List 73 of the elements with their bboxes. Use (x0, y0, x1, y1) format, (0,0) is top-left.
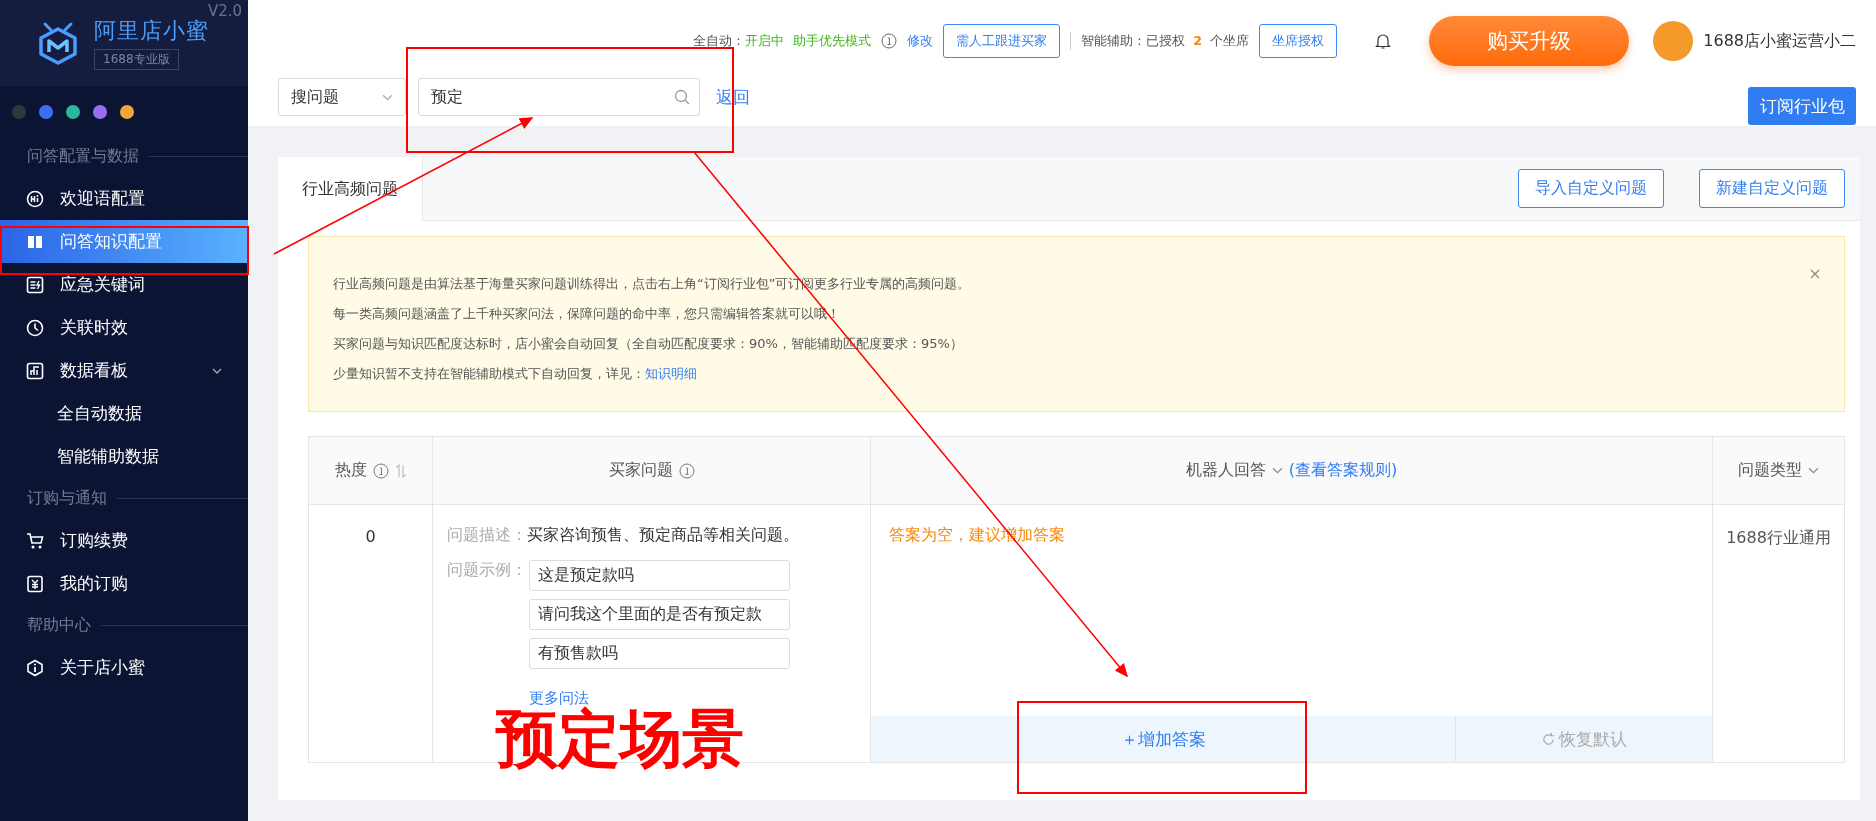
question-description: 买家咨询预售、预定商品等相关问题。 (527, 525, 799, 544)
edition-badge: 1688专业版 (94, 49, 179, 70)
theme-color-dot[interactable] (66, 105, 80, 119)
search-field[interactable]: 预定 (418, 78, 700, 116)
order-icon (26, 574, 44, 593)
annotation-text: 预定场景 (496, 708, 744, 770)
notice-line: 少量知识暂不支持在智能辅助模式下自动回复，详见：知识明细 (333, 365, 698, 383)
logo-icon (36, 20, 80, 66)
nav-item[interactable]: 订购续费 (0, 519, 248, 562)
description-label: 问题描述： (447, 525, 527, 544)
example-question: 请问我这个里面的是否有预定款 (529, 599, 790, 630)
refresh-icon (1541, 731, 1556, 747)
close-icon[interactable] (1810, 269, 1820, 279)
nav-item[interactable]: 数据看板 (0, 349, 248, 392)
chart-icon (26, 361, 44, 380)
info-icon[interactable] (880, 33, 897, 49)
section-title: 问答配置与数据 (27, 146, 139, 167)
nav-subitem[interactable]: 智能辅助数据 (0, 435, 248, 478)
brand-name: 阿里店小蜜 (94, 17, 209, 45)
seat-auth-button[interactable]: 坐席授权 (1259, 24, 1338, 58)
keyword-icon (26, 275, 44, 294)
info-icon[interactable] (678, 462, 695, 479)
edit-link[interactable]: 修改 (906, 32, 933, 50)
examples-label: 问题示例： (447, 560, 527, 581)
nav-subitem[interactable]: 全自动数据 (0, 392, 248, 435)
hi-bubble-icon (26, 189, 44, 208)
column-header: 热度 (334, 460, 367, 481)
section-title: 订购与通知 (27, 488, 107, 509)
nav-item[interactable]: 关联时效 (0, 306, 248, 349)
manual-follow-button[interactable]: 需人工跟进买家 (942, 24, 1060, 58)
section-title: 帮助中心 (27, 615, 91, 636)
nav-item[interactable]: 应急关键词 (0, 263, 248, 306)
avatar[interactable] (1653, 21, 1694, 61)
column-header: 问题类型 (1738, 460, 1802, 481)
back-link[interactable]: 返回 (716, 85, 750, 109)
nav-item[interactable]: 关于店小蜜 (0, 646, 248, 689)
caret-icon (382, 93, 393, 101)
upgrade-button[interactable]: 购买升级 (1429, 16, 1630, 66)
column-header: 买家问题 (608, 460, 673, 481)
search-icon[interactable] (674, 89, 690, 105)
clock-icon (26, 318, 44, 337)
action-button[interactable]: 导入自定义问题 (1518, 169, 1664, 208)
example-question: 有预售款吗 (529, 638, 790, 669)
add-answer-button[interactable]: ＋增加答案 (871, 716, 1456, 762)
theme-color-dot[interactable] (12, 105, 26, 119)
bell-icon[interactable] (1375, 32, 1392, 50)
theme-color-dot[interactable] (120, 105, 134, 119)
tab[interactable]: 行业高频问题 (278, 157, 423, 221)
version-label: V2.0 (207, 2, 242, 20)
notice-line: 每一类高频问题涵盖了上千种买家问法，保障问题的命中率，您只需编辑答案就可以哦！ (333, 305, 841, 323)
detail-link[interactable]: 知识明细 (645, 366, 697, 381)
column-header: 机器人回答 (1185, 460, 1266, 481)
theme-color-dot[interactable] (93, 105, 107, 119)
user-name: 1688店小蜜运营小二 (1703, 30, 1856, 52)
nav-item[interactable]: 我的订购 (0, 562, 248, 605)
theme-color-dot[interactable] (39, 105, 53, 119)
nav-item[interactable]: 问答知识配置 (0, 220, 248, 263)
action-button[interactable]: 新建自定义问题 (1699, 169, 1845, 208)
notice-line: 行业高频问题是由算法基于海量买家问题训练得出，点击右上角“订阅行业包”可订阅更多行业专属的高频问题。 (333, 275, 972, 293)
heat-value: 0 (365, 527, 376, 546)
example-question: 这是预定款吗 (529, 560, 790, 591)
answer-rules-link[interactable]: (查看答案规则) (1288, 460, 1398, 481)
info-icon[interactable] (372, 462, 389, 479)
restore-default-button[interactable]: 恢复默认 (1456, 716, 1712, 762)
chevron-icon[interactable] (212, 367, 222, 374)
question-type: 1688行业通用 (1726, 528, 1831, 547)
info-icon (26, 658, 44, 677)
assist-status-text: 智能辅助：已授权 2 个坐席 (1080, 32, 1250, 50)
cart-icon (26, 531, 44, 550)
auto-mode-label: 全自动：开启中 助手优先模式 (693, 32, 871, 50)
subscribe-button[interactable]: 订阅行业包 (1748, 87, 1856, 125)
nav-item[interactable]: 欢迎语配置 (0, 177, 248, 220)
search-scope-select[interactable]: 搜问题 (278, 78, 406, 116)
